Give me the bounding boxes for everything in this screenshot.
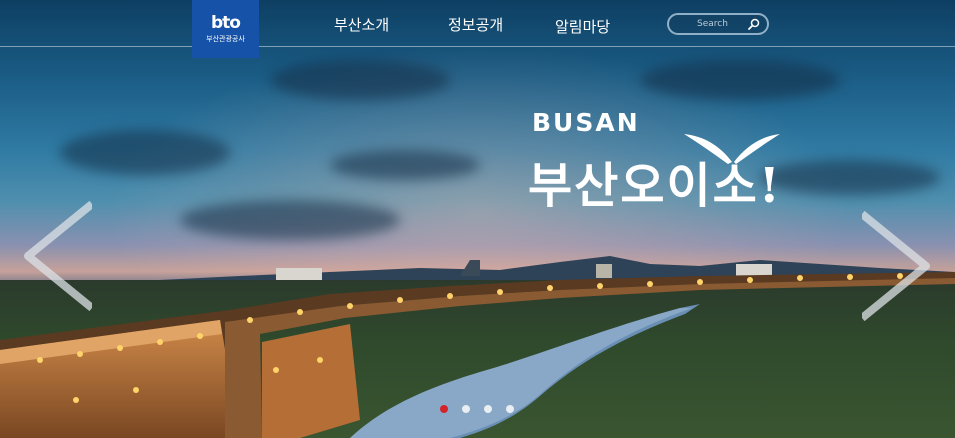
nav-item-busan-intro[interactable]: 부산소개 (334, 14, 389, 35)
logo-mark: bto (211, 13, 241, 33)
chevron-right-icon[interactable] (862, 210, 934, 322)
search-box (667, 13, 769, 35)
slider-dot-3[interactable] (484, 405, 492, 413)
cloud (640, 60, 840, 100)
cloud (180, 200, 400, 240)
hero-title-en: BUSAN (532, 108, 640, 137)
chevron-left-icon[interactable] (20, 200, 92, 312)
slider-dot-2[interactable] (462, 405, 470, 413)
wing-decoration (684, 134, 780, 164)
nav-item-notice[interactable]: 알림마당 (555, 16, 610, 37)
cloud (60, 130, 230, 175)
slider-dot-4[interactable] (506, 405, 514, 413)
top-navbar: bto 부산관광공사 부산소개 정보공개 알림마당 (0, 0, 955, 58)
hero-banner: bto 부산관광공사 부산소개 정보공개 알림마당 BUSAN 부산오이소! (0, 0, 955, 438)
search-icon[interactable] (748, 18, 760, 30)
cloud (270, 60, 450, 100)
cloud (330, 150, 480, 180)
cloud (760, 160, 940, 195)
nav-item-info-disclosure[interactable]: 정보공개 (448, 14, 503, 35)
logo-name: 부산관광공사 (206, 35, 245, 43)
bto-logo[interactable]: bto 부산관광공사 (192, 0, 259, 58)
slider-dot-1[interactable] (440, 405, 448, 413)
slider-pagination (440, 405, 520, 415)
